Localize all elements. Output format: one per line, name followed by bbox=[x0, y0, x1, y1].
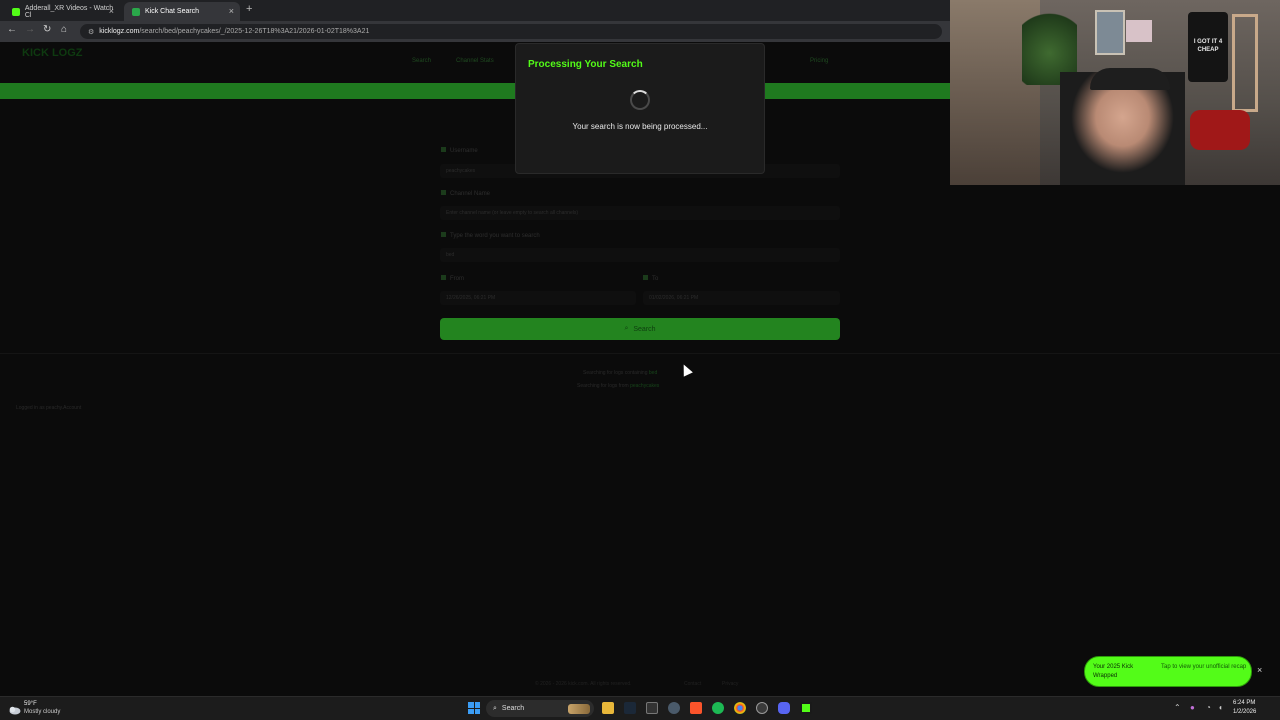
weather-cloud-icon[interactable] bbox=[8, 702, 21, 715]
red-object bbox=[1190, 110, 1250, 150]
taskbar-search-label: Search bbox=[501, 705, 525, 712]
search-button[interactable]: ⌕ Search bbox=[440, 318, 840, 340]
user-icon bbox=[441, 147, 446, 152]
headset bbox=[1090, 68, 1170, 90]
processing-modal: Processing Your Search Your search is no… bbox=[515, 43, 765, 174]
footer-privacy-link[interactable]: Privacy bbox=[722, 681, 738, 687]
footer-copyright: © 2026 - 2026 kick.com. All rights reser… bbox=[535, 681, 632, 687]
shirt-on-wall: I GOT IT 4 CHEAP bbox=[1188, 12, 1228, 82]
search-highlight-icon bbox=[568, 703, 590, 714]
wall-sign bbox=[1126, 20, 1152, 42]
toast-close-icon[interactable]: × bbox=[1257, 665, 1262, 675]
nav-channel-stats[interactable]: Channel Stats bbox=[456, 58, 494, 64]
steam-icon[interactable] bbox=[624, 702, 636, 714]
modal-title: Processing Your Search bbox=[528, 59, 643, 70]
search-icon: ⌕ bbox=[624, 325, 629, 332]
loading-spinner-icon bbox=[630, 90, 650, 110]
kicklogz-favicon-icon bbox=[132, 7, 140, 16]
windows-start-icon[interactable] bbox=[468, 702, 480, 714]
file-explorer-icon[interactable] bbox=[602, 702, 614, 714]
site-logo[interactable]: KICK LOGZ bbox=[22, 48, 83, 59]
divider bbox=[0, 353, 1280, 354]
kick-favicon-icon bbox=[12, 7, 20, 16]
tray-volume-icon[interactable]: ◖ bbox=[1218, 703, 1223, 712]
search-button-label: Search bbox=[633, 325, 656, 333]
channel-label: Channel Name bbox=[441, 190, 490, 197]
calendar-icon bbox=[441, 275, 446, 280]
toast-subtitle: Tap to view your unofficial recap bbox=[1161, 664, 1247, 670]
channel-icon bbox=[441, 190, 446, 195]
weather-temperature[interactable]: 59°F bbox=[24, 701, 37, 707]
taskbar-clock-time[interactable]: 6:24 PM bbox=[1233, 700, 1255, 706]
status-line-keyword: Searching for logs containing bed bbox=[583, 370, 658, 376]
browser-tab-kick-chat-search[interactable]: Kick Chat Search × bbox=[124, 2, 240, 21]
weather-description[interactable]: Mostly cloudy bbox=[24, 709, 60, 715]
webcam-overlay: I GOT IT 4 CHEAP bbox=[950, 0, 1280, 185]
kick-app-icon[interactable] bbox=[800, 702, 812, 714]
forward-icon[interactable]: → bbox=[25, 24, 35, 35]
toast-title: Your 2025 Kick Wrapped bbox=[1093, 664, 1134, 679]
to-date-input[interactable]: 01/02/2026, 06:21 PM bbox=[643, 291, 840, 305]
channel-input[interactable]: Enter channel name (or leave empty to se… bbox=[440, 206, 840, 220]
kick-wrapped-toast[interactable]: Your 2025 Kick Wrapped Tap to view your … bbox=[1084, 656, 1252, 687]
url-path: /search/bed/peachycakes/_/2025-12-26T18%… bbox=[139, 28, 370, 35]
keyword-input[interactable]: bed bbox=[440, 248, 840, 262]
announcement-bar bbox=[0, 83, 950, 99]
back-icon[interactable]: ← bbox=[7, 24, 17, 35]
reload-icon[interactable]: ↻ bbox=[43, 24, 51, 35]
tray-network-icon[interactable]: ◔ bbox=[1206, 703, 1211, 712]
tab-title: Adderall_XR Videos - Watch Cl bbox=[24, 4, 114, 19]
taskbar-search-box[interactable]: ⌕ Search bbox=[486, 700, 594, 717]
footer-contact-link[interactable]: Contact bbox=[684, 681, 701, 687]
brave-browser-icon[interactable] bbox=[690, 702, 702, 714]
browser-toolbar: ← → ↻ ⌂ ⚙ kicklogz.com /search/bed/peach… bbox=[0, 21, 950, 42]
search-term-icon bbox=[441, 232, 446, 237]
tab-title: Kick Chat Search bbox=[145, 8, 200, 15]
search-icon: ⌕ bbox=[493, 704, 497, 712]
windows-taskbar: 59°F Mostly cloudy ⌕ Search ⌃ ● ◔ ◖ 6:24… bbox=[0, 696, 1280, 720]
side-note: Logged in as peachy.Account bbox=[16, 405, 82, 411]
nav-pricing[interactable]: Pricing bbox=[810, 58, 828, 64]
nav-search[interactable]: Search bbox=[412, 58, 431, 64]
from-label: From bbox=[441, 275, 464, 282]
mirror-frame bbox=[1232, 14, 1258, 112]
address-bar[interactable]: ⚙ kicklogz.com /search/bed/peachycakes/_… bbox=[80, 24, 942, 39]
to-label: To bbox=[643, 275, 658, 282]
spotify-icon[interactable] bbox=[712, 702, 724, 714]
discord-icon[interactable] bbox=[778, 702, 790, 714]
tab-bar: Adderall_XR Videos - Watch Cl × Kick Cha… bbox=[0, 0, 950, 21]
home-icon[interactable]: ⌂ bbox=[61, 24, 67, 35]
url-host: kicklogz.com bbox=[99, 28, 140, 35]
username-label: Username bbox=[441, 147, 478, 154]
taskbar-clock-date[interactable]: 1/2/2026 bbox=[1233, 709, 1256, 715]
wall-poster bbox=[1095, 10, 1125, 55]
tab-close-icon[interactable]: × bbox=[229, 6, 234, 16]
chrome-icon[interactable] bbox=[734, 702, 746, 714]
terminal-icon[interactable] bbox=[646, 702, 658, 714]
tray-mic-icon[interactable]: ● bbox=[1190, 703, 1195, 712]
status-line-user: Searching for logs from peachycakes bbox=[577, 383, 660, 389]
tray-chevron-up-icon[interactable]: ⌃ bbox=[1174, 703, 1181, 712]
browser-tab-videos[interactable]: Adderall_XR Videos - Watch Cl × bbox=[4, 2, 120, 21]
new-tab-icon[interactable]: + bbox=[246, 3, 252, 15]
modal-message: Your search is now being processed... bbox=[572, 122, 708, 131]
settings-gear-icon[interactable] bbox=[668, 702, 680, 714]
obs-icon[interactable] bbox=[756, 702, 768, 714]
site-info-icon[interactable]: ⚙ bbox=[88, 28, 94, 36]
calendar-icon bbox=[643, 275, 648, 280]
keyword-label: Type the word you want to search bbox=[441, 232, 540, 239]
from-date-input[interactable]: 12/26/2025, 06:21 PM bbox=[440, 291, 636, 305]
tab-close-icon[interactable]: × bbox=[109, 6, 114, 16]
